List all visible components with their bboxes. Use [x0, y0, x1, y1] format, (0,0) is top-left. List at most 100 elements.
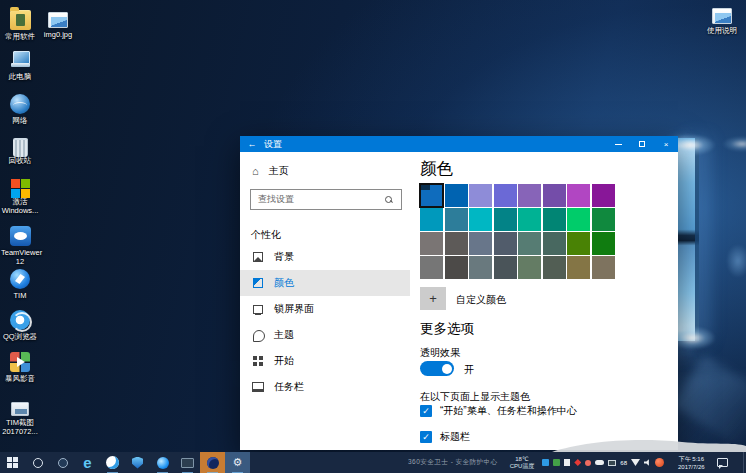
checkbox-icon: ✓ [420, 431, 432, 443]
desktop-icon-recycle-bin[interactable]: 回收站 [1, 138, 39, 166]
color-swatch[interactable] [592, 256, 615, 279]
tray-dot-icon[interactable] [585, 460, 591, 466]
color-swatch[interactable] [420, 232, 443, 255]
color-swatch[interactable] [543, 208, 566, 231]
desktop-icon-baofeng-player[interactable]: 暴风影音 [1, 352, 39, 384]
color-swatch[interactable] [469, 256, 492, 279]
color-swatch[interactable] [592, 208, 615, 231]
checkbox-titlebar[interactable]: ✓ 标题栏 [420, 430, 470, 444]
taskbar-clock[interactable]: 下午 5:162017/7/26 [678, 455, 705, 471]
tray-icons: 68 [542, 458, 664, 467]
color-swatch[interactable] [567, 256, 590, 279]
desktop-icon-activate-windows[interactable]: 激活 Windows... [1, 179, 39, 215]
custom-color-button[interactable]: + [420, 287, 446, 310]
tray-red-icon[interactable] [655, 458, 664, 467]
desktop-icon-label: TIM截图 2017072... [1, 419, 39, 436]
qq-browser-icon [10, 310, 30, 330]
color-swatch[interactable] [592, 184, 615, 207]
color-swatch[interactable] [567, 208, 590, 231]
color-swatch[interactable] [445, 256, 468, 279]
color-swatch[interactable] [494, 232, 517, 255]
desktop-icon-network[interactable]: 网络 [1, 94, 39, 126]
tray-sqg-icon[interactable] [553, 459, 560, 466]
sidebar-item-start[interactable]: 开始 [240, 348, 410, 374]
desktop-icon-manual[interactable]: 使用说明 [700, 6, 744, 36]
color-swatch[interactable] [567, 232, 590, 255]
color-swatch[interactable] [469, 184, 492, 207]
color-swatch[interactable] [420, 256, 443, 279]
color-swatch[interactable] [543, 232, 566, 255]
wallpaper-window-pane [676, 138, 699, 341]
color-swatch[interactable] [469, 232, 492, 255]
taskbar-app-text: 360安全卫士 - 安全防护中心 [408, 458, 498, 467]
desktop-icon-software-folder[interactable]: 常用软件 [1, 10, 39, 42]
color-swatch[interactable] [518, 208, 541, 231]
desktop-icon-teamviewer[interactable]: TeamViewer 12 [1, 226, 39, 266]
desktop-icon-img0-jpg[interactable]: img0.jpg [39, 10, 77, 40]
window-title: 设置 [264, 138, 282, 151]
file-explorer-icon[interactable] [175, 452, 200, 473]
baofeng-icon[interactable] [200, 452, 225, 473]
color-swatch[interactable] [445, 208, 468, 231]
color-swatch[interactable] [494, 184, 517, 207]
back-button[interactable]: ← [240, 139, 264, 149]
tray-wifi-icon[interactable] [631, 459, 640, 466]
start-button[interactable] [0, 452, 25, 473]
desktop-icon-tim-screenshot[interactable]: TIM截图 2017072... [1, 399, 39, 436]
themes-icon [252, 329, 264, 341]
color-swatch[interactable] [567, 184, 590, 207]
sidebar-home[interactable]: ⌂ 主页 [252, 164, 289, 178]
sidebar-item-colors[interactable]: 颜色 [240, 270, 410, 296]
desktop-icon-label: 使用说明 [700, 27, 744, 36]
task-view-button[interactable] [50, 452, 75, 473]
settings-search-box[interactable]: 查找设置 [250, 189, 402, 210]
tray-pin-icon[interactable] [574, 459, 581, 466]
360-shield-icon[interactable] [125, 452, 150, 473]
color-swatch[interactable] [543, 184, 566, 207]
settings-icon[interactable]: ⚙ [225, 452, 250, 473]
tim-icon[interactable] [150, 452, 175, 473]
color-swatch[interactable] [494, 256, 517, 279]
qq-browser-icon[interactable] [100, 452, 125, 473]
sidebar-item-background[interactable]: 背景 [240, 244, 410, 270]
checkbox-start-taskbar[interactable]: ✓ “开始”菜单、任务栏和操作中心 [420, 404, 577, 418]
wallpaper-glint [726, 244, 746, 278]
sidebar-item-label: 任务栏 [274, 380, 304, 394]
tray-spk-icon[interactable] [644, 459, 651, 466]
desktop-icon-qq-browser[interactable]: QQ浏览器 [1, 310, 39, 342]
color-swatch[interactable] [592, 232, 615, 255]
tray-mon-icon[interactable] [608, 460, 616, 466]
color-swatch[interactable] [469, 208, 492, 231]
color-swatch[interactable] [518, 232, 541, 255]
edge-icon[interactable]: e [75, 452, 100, 473]
sidebar-item-lockscreen[interactable]: 锁屏界面 [240, 296, 410, 322]
desktop-icon-this-pc[interactable]: 此电脑 [1, 50, 39, 82]
cortana-button[interactable] [25, 452, 50, 473]
360-shield-icon-glyph [132, 457, 143, 469]
sidebar-item-themes[interactable]: 主题 [240, 322, 410, 348]
transparency-toggle[interactable] [420, 361, 454, 376]
color-swatch[interactable] [543, 256, 566, 279]
tray-sqb-icon[interactable] [542, 459, 549, 466]
color-swatch[interactable] [445, 184, 468, 207]
color-swatch[interactable] [420, 184, 443, 207]
color-swatch[interactable] [420, 208, 443, 231]
tray-t68-icon[interactable]: 68 [620, 460, 627, 466]
settings-sidebar: ⌂ 主页 查找设置 个性化 背景颜色锁屏界面主题开始任务栏 [240, 152, 410, 450]
desktop-icon-label: 回收站 [1, 157, 39, 166]
color-swatch[interactable] [445, 232, 468, 255]
color-swatch[interactable] [518, 184, 541, 207]
action-center-icon[interactable] [717, 458, 728, 467]
tray-page-icon[interactable] [564, 459, 570, 466]
color-swatch[interactable] [518, 256, 541, 279]
tim-icon-glyph [157, 457, 169, 469]
sidebar-item-taskbar[interactable]: 任务栏 [240, 374, 410, 400]
desktop-icon-tim[interactable]: TIM [1, 269, 39, 301]
qq-browser-icon-glyph [106, 456, 119, 469]
network-icon [10, 94, 30, 114]
settings-icon-glyph: ⚙ [233, 457, 243, 468]
colors-icon [252, 277, 264, 289]
color-swatch[interactable] [494, 208, 517, 231]
tray-cloud-icon[interactable] [595, 460, 604, 465]
manual-icon [712, 8, 732, 24]
